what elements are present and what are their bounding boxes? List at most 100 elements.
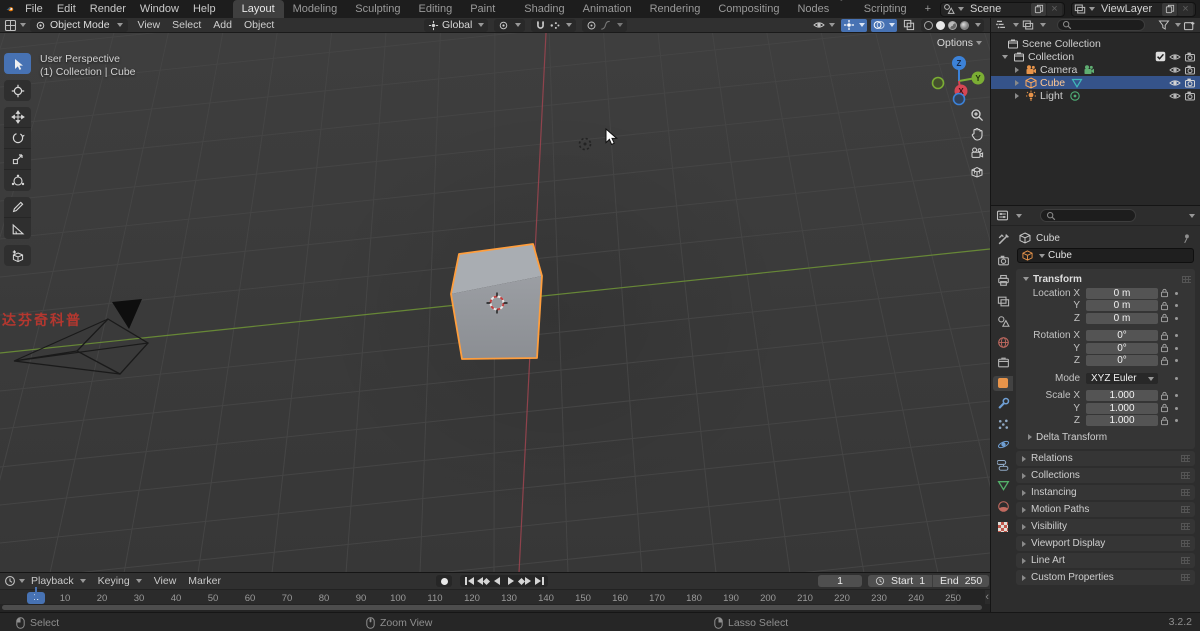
checkbox-icon[interactable] (1155, 51, 1166, 62)
collapsed-section[interactable]: Custom Properties (1016, 570, 1195, 585)
chevron-down-icon[interactable] (566, 23, 573, 27)
pivot-point-selector[interactable] (494, 18, 526, 32)
location-z-field[interactable]: 0 m (1086, 312, 1158, 324)
shading-wireframe-button[interactable] (924, 20, 933, 30)
expand-right-icon[interactable] (1015, 66, 1019, 73)
animate-dot-icon[interactable] (1175, 419, 1178, 422)
lock-icon[interactable] (1160, 356, 1169, 366)
workspace-tab[interactable]: Modeling (284, 0, 347, 18)
topbar-menu-item[interactable]: Window (133, 0, 186, 18)
tab-render[interactable] (993, 253, 1013, 268)
topbar-menu-item[interactable]: File (18, 0, 50, 18)
disable-render-icon[interactable] (1184, 64, 1196, 76)
rotation-z-field[interactable]: 0° (1086, 355, 1158, 366)
timeline-menu-item[interactable]: Marker (182, 573, 227, 589)
workspace-tab[interactable]: Shading (515, 0, 573, 18)
viewport-menu-item[interactable]: Select (166, 18, 207, 33)
disable-render-icon[interactable] (1184, 51, 1196, 63)
chevron-down-icon[interactable] (20, 23, 26, 27)
cube-object[interactable] (450, 243, 543, 360)
tab-constraints[interactable] (993, 458, 1013, 473)
lock-icon[interactable] (1160, 416, 1169, 426)
new-collection-icon[interactable] (1183, 19, 1196, 32)
collapsed-section[interactable]: Motion Paths (1016, 502, 1195, 517)
outliner-row-collection[interactable]: Collection (991, 50, 1200, 63)
rotation-x-field[interactable]: 0° (1086, 330, 1158, 341)
lock-icon[interactable] (1160, 301, 1169, 311)
tab-collection[interactable] (993, 355, 1013, 370)
transform-panel-header[interactable]: Transform (1020, 272, 1191, 286)
display-mode-icon[interactable] (1022, 19, 1034, 31)
tool-rotate[interactable] (4, 128, 31, 149)
workspace-tab[interactable]: Layout (232, 0, 284, 18)
filter-icon[interactable] (1158, 19, 1170, 31)
viewport-menu-item[interactable]: Add (207, 18, 238, 33)
animate-dot-icon[interactable] (1175, 291, 1178, 295)
breadcrumb-label[interactable]: Cube (1036, 233, 1060, 244)
start-frame-field[interactable]: Start 1 (868, 575, 933, 587)
scrollbar-handle[interactable] (2, 605, 982, 611)
camera-view-button[interactable] (968, 145, 985, 160)
topbar-menu-item[interactable]: Help (186, 0, 223, 18)
chevron-down-icon[interactable] (975, 23, 981, 27)
auto-keying-button[interactable] (436, 575, 452, 587)
expand-right-icon[interactable] (1015, 79, 1019, 86)
timeline-scrollbar[interactable] (0, 604, 990, 612)
zoom-view-button[interactable] (968, 107, 985, 122)
next-keyframe-button[interactable] (517, 575, 532, 587)
collapsed-section[interactable]: Collections (1016, 468, 1195, 483)
collapsed-section[interactable]: Instancing (1016, 485, 1195, 500)
tab-scene[interactable] (993, 314, 1013, 329)
delete-scene-button[interactable]: × (1047, 2, 1062, 16)
outliner-row-camera[interactable]: Camera (991, 63, 1200, 76)
navigation-gizmo[interactable]: Z Y X (925, 53, 987, 115)
workspace-tab[interactable]: + (916, 0, 940, 18)
hide-eye-icon[interactable] (1169, 90, 1181, 102)
tab-material[interactable] (993, 499, 1013, 514)
workspace-tab[interactable]: Texture Paint (461, 0, 515, 18)
animate-dot-icon[interactable] (1175, 359, 1178, 362)
outliner-row-scene-collection[interactable]: Scene Collection (991, 37, 1200, 50)
editor-type-icon[interactable] (996, 209, 1009, 222)
snap-target-icon[interactable] (549, 20, 560, 31)
tab-modifiers[interactable] (993, 396, 1013, 411)
toggle-xray-button[interactable] (901, 19, 917, 32)
play-reverse-button[interactable] (490, 575, 504, 587)
workspace-tab[interactable]: UV Editing (410, 0, 462, 18)
shading-solid-button[interactable] (936, 20, 945, 30)
tab-tool[interactable] (993, 232, 1013, 247)
topbar-menu-item[interactable]: Edit (50, 0, 83, 18)
viewport-menu-item[interactable]: Object (238, 18, 280, 33)
timeline-menu-item[interactable]: View (148, 573, 183, 589)
previous-keyframe-button[interactable] (476, 575, 491, 587)
properties-search[interactable] (1040, 209, 1136, 222)
drag-handle-icon[interactable] (1182, 275, 1191, 283)
chevron-down-icon[interactable] (1189, 213, 1195, 218)
rotation-y-field[interactable]: 0° (1086, 342, 1158, 354)
new-viewlayer-button[interactable] (1162, 2, 1177, 16)
animate-dot-icon[interactable] (1175, 406, 1178, 410)
delta-transform-subpanel[interactable]: Delta Transform (1028, 430, 1191, 444)
tab-view-layer[interactable] (993, 294, 1013, 309)
collapse-arrow-icon[interactable]: ‹ (985, 591, 989, 603)
object-name-field[interactable]: Cube (1017, 248, 1194, 263)
jump-to-start-button[interactable] (462, 575, 476, 587)
shading-material-button[interactable] (948, 20, 957, 30)
light-object[interactable] (578, 137, 592, 151)
disable-render-icon[interactable] (1184, 77, 1196, 89)
chevron-down-icon[interactable] (617, 23, 624, 27)
topbar-menu-item[interactable]: Render (83, 0, 133, 18)
animate-dot-icon[interactable] (1175, 346, 1178, 350)
tool-move[interactable] (4, 107, 31, 128)
timeline-ruler[interactable]: 1 10203040506070809010011012013014015016… (0, 589, 990, 605)
tool-scale[interactable] (4, 149, 31, 170)
tab-object-data[interactable] (993, 478, 1013, 493)
chevron-down-icon[interactable] (1040, 23, 1046, 27)
animate-dot-icon[interactable] (1175, 334, 1178, 337)
lock-icon[interactable] (1160, 391, 1169, 401)
workspace-tab[interactable]: Geometry Nodes (788, 0, 854, 18)
mode-selector[interactable]: Object Mode (30, 18, 128, 32)
workspace-tab[interactable]: Animation (574, 0, 641, 18)
jump-to-end-button[interactable] (532, 575, 546, 587)
expand-down-icon[interactable] (1002, 54, 1008, 59)
